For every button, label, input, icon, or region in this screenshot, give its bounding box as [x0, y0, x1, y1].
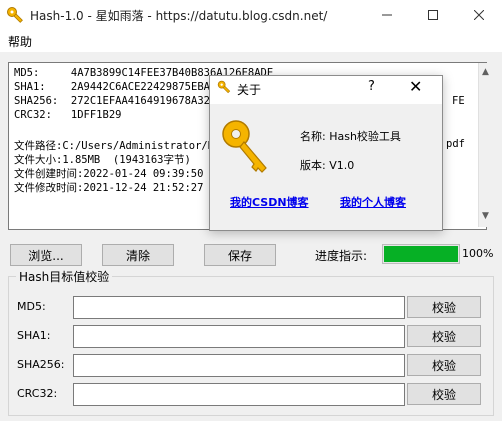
verify-sha256-button[interactable]: 校验	[407, 354, 481, 376]
scroll-up-icon[interactable]: ▲	[482, 67, 489, 77]
close-button[interactable]	[456, 0, 502, 30]
sha1-target-input[interactable]	[73, 325, 405, 348]
maximize-icon	[428, 10, 438, 20]
crc32-label: CRC32:	[17, 387, 58, 400]
sha256-target-input[interactable]	[73, 354, 405, 377]
verify-sha1-button[interactable]: 校验	[407, 325, 481, 347]
output-line-size: 文件大小:1.85MB (1943163字节)	[14, 154, 191, 166]
vertical-scrollbar[interactable]: ▲ ▼	[478, 63, 495, 227]
output-sha256-tail: FE	[452, 95, 465, 107]
help-icon[interactable]: ?	[368, 79, 375, 94]
window-title: Hash-1.0 - 星如雨落 - https://datutu.blog.cs…	[30, 9, 328, 23]
output-line-sha256: SHA256: 272C1EFAA4164919678A32B6	[14, 95, 223, 107]
save-button[interactable]: 保存	[204, 244, 276, 266]
personal-blog-link[interactable]: 我的个人博客	[340, 194, 406, 210]
minimize-icon	[382, 14, 392, 16]
crc32-target-input[interactable]	[73, 383, 405, 406]
about-title: 关于	[237, 83, 262, 97]
verify-md5-button[interactable]: 校验	[407, 296, 481, 318]
progress-label: 进度指示:	[315, 249, 368, 263]
app-version-text: 版本: V1.0	[300, 159, 355, 172]
key-icon	[7, 7, 23, 23]
maximize-button[interactable]	[410, 0, 456, 30]
key-icon	[222, 120, 267, 173]
progress-bar	[382, 244, 460, 264]
csdn-blog-link[interactable]: 我的CSDN博客	[230, 194, 309, 210]
output-line-modified: 文件修改时间:2021-12-24 21:52:27	[14, 182, 204, 194]
about-close-icon[interactable]: ✕	[409, 77, 422, 96]
output-line-created: 文件创建时间:2022-01-24 09:39:50	[14, 168, 204, 180]
menu-bar	[0, 30, 502, 52]
scroll-down-icon[interactable]: ▼	[482, 211, 489, 221]
key-icon	[217, 80, 231, 94]
output-line-path: 文件路径:C:/Users/Administrator/D	[14, 140, 215, 152]
verify-crc32-button[interactable]: 校验	[407, 383, 481, 405]
browse-button[interactable]: 浏览...	[10, 244, 82, 266]
sha1-label: SHA1:	[17, 329, 51, 342]
output-line-sha1: SHA1: 2A9442C6ACE22429875EBABB	[14, 81, 223, 93]
sha256-label: SHA256:	[17, 358, 65, 371]
group-title: Hash目标值校验	[16, 268, 113, 285]
clear-button[interactable]: 清除	[102, 244, 174, 266]
close-icon	[474, 10, 484, 20]
menu-help[interactable]: 帮助	[8, 33, 32, 50]
output-path-tail: pdf	[446, 138, 465, 150]
md5-target-input[interactable]	[73, 296, 405, 319]
md5-label: MD5:	[17, 300, 46, 313]
progress-percent: 100%	[462, 247, 494, 260]
minimize-button[interactable]	[364, 0, 410, 30]
progress-fill	[384, 246, 458, 262]
app-name-text: 名称: Hash校验工具	[300, 130, 401, 143]
output-line-crc32: CRC32: 1DFF1B29	[14, 109, 122, 121]
